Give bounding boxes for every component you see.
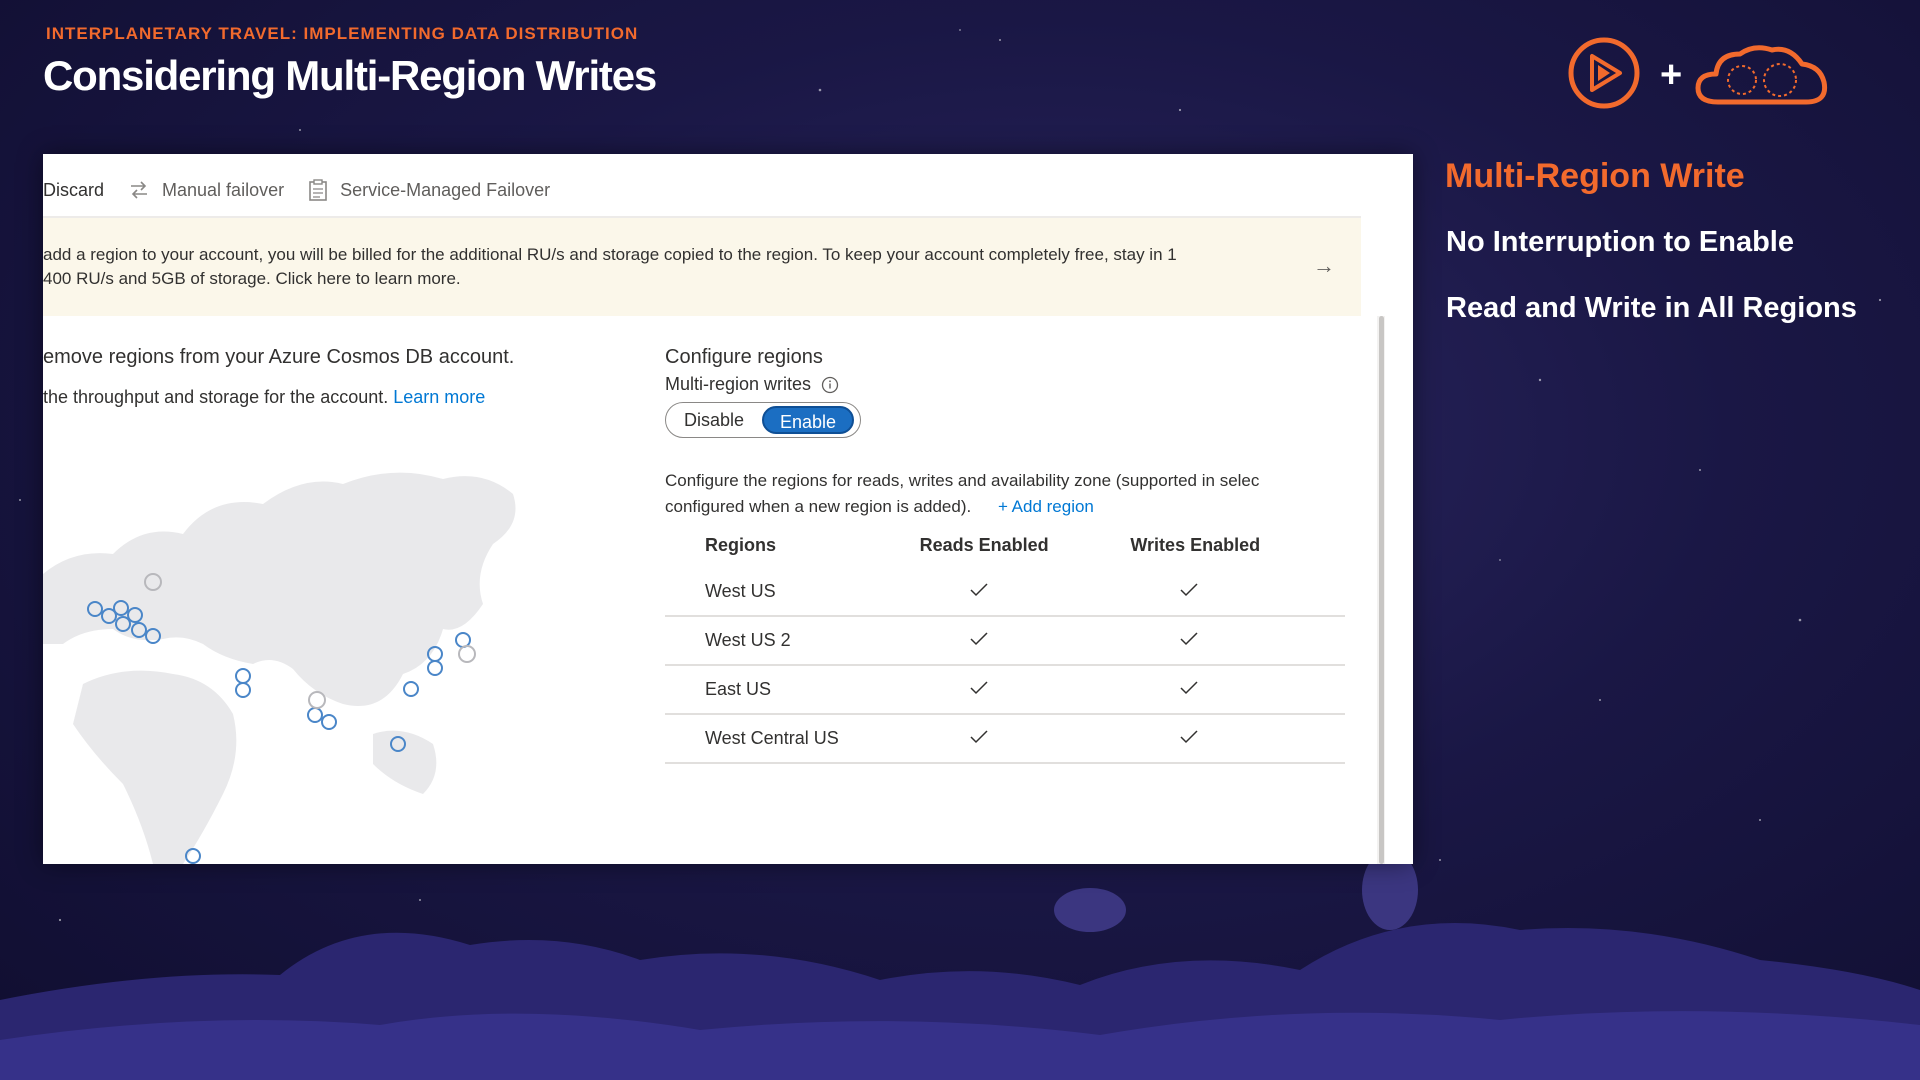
inactive-region-marker (458, 645, 476, 663)
billing-notice-banner[interactable]: add a region to your account, you will b… (43, 218, 1361, 316)
service-managed-failover-label: Service-Managed Failover (340, 179, 551, 200)
region-name: East US (665, 665, 920, 715)
checkmark-icon (1180, 679, 1198, 700)
multi-region-writes-label: Multi-region writes (665, 374, 812, 394)
checkmark-icon (970, 679, 988, 700)
regions-table: Regions Reads Enabled Writes Enabled Wes… (665, 522, 1345, 764)
side-point: Read and Write in All Regions (1446, 292, 1857, 324)
configure-desc-line-2-text: configured when a new region is added). (665, 497, 972, 516)
region-marker[interactable] (403, 681, 419, 697)
region-marker[interactable] (235, 682, 251, 698)
checkmark-icon (1180, 581, 1198, 602)
region-marker[interactable] (307, 707, 323, 723)
manual-failover-button[interactable]: Manual failover (128, 179, 284, 201)
writes-enabled-cell[interactable] (1130, 568, 1345, 617)
map-land-africa (73, 670, 237, 864)
region-name: West US (665, 568, 920, 617)
billing-notice-text: add a region to your account, you will b… (43, 243, 1273, 291)
reads-enabled-cell[interactable] (919, 665, 1131, 715)
brand-logos (1568, 37, 1828, 109)
writes-enabled-cell[interactable] (1130, 616, 1345, 666)
clipboard-icon (308, 179, 328, 201)
table-header-row: Regions Reads Enabled Writes Enabled (665, 522, 1345, 568)
discard-button[interactable]: Discard (43, 180, 104, 201)
configure-desc-line-1: Configure the regions for reads, writes … (665, 471, 1260, 490)
region-name: West Central US (665, 714, 920, 764)
column-header-reads: Reads Enabled (919, 534, 1049, 555)
notice-line-2: 400 RU/s and 5GB of storage. Click here … (43, 269, 461, 288)
checkmark-icon (970, 728, 988, 749)
multi-region-writes-toggle[interactable]: Disable Enable (665, 402, 861, 438)
learn-more-link[interactable]: Learn more (393, 387, 485, 407)
info-icon[interactable] (821, 376, 839, 394)
configure-regions-title: Configure regions (665, 346, 823, 368)
plus-sign: + (1660, 54, 1683, 96)
table-row[interactable]: East US (665, 665, 1345, 715)
table-row[interactable]: West US 2 (665, 616, 1345, 666)
cloud-logo-icon (1695, 45, 1828, 105)
region-marker[interactable] (235, 668, 251, 684)
region-marker[interactable] (427, 660, 443, 676)
multi-region-writes-row: Multi-region writes (665, 374, 839, 395)
reads-enabled-cell[interactable] (919, 616, 1131, 666)
region-marker[interactable] (455, 632, 471, 648)
course-kicker: INTERPLANETARY TRAVEL: IMPLEMENTING DATA… (46, 24, 639, 43)
swap-arrows-icon (128, 179, 150, 201)
world-map (43, 472, 516, 864)
reads-enabled-cell[interactable] (919, 714, 1131, 764)
writes-enabled-cell[interactable] (1130, 665, 1345, 715)
moon-surface-illustration (0, 850, 1920, 1080)
checkmark-icon (1180, 630, 1198, 651)
region-name: West US 2 (665, 616, 920, 666)
discard-label: Discard (43, 179, 105, 200)
portal-screenshot: Discard Manual failover Service-Managed … (43, 154, 1413, 864)
checkmark-icon (970, 581, 988, 602)
table-row[interactable]: West Central US (665, 714, 1345, 764)
slide-title: Considering Multi-Region Writes (43, 52, 657, 99)
reads-enabled-cell[interactable] (919, 568, 1131, 617)
intro-text: emove regions from your Azure Cosmos DB … (43, 346, 515, 368)
column-header-writes: Writes Enabled (1130, 534, 1261, 555)
enable-option[interactable]: Enable (762, 406, 854, 434)
column-header-regions: Regions (705, 534, 777, 555)
disable-option[interactable]: Disable (666, 410, 762, 431)
configure-description: Configure the regions for reads, writes … (665, 468, 1365, 520)
manual-failover-label: Manual failover (162, 179, 285, 200)
side-heading: Multi-Region Write (1445, 157, 1745, 195)
intro-text-2: the throughput and storage for the accou… (43, 387, 485, 408)
arrow-right-icon[interactable]: → (1313, 254, 1335, 278)
table-row[interactable]: West US (665, 568, 1345, 617)
scrollbar-thumb[interactable] (1379, 316, 1384, 864)
add-region-link[interactable]: + Add region (998, 497, 1094, 516)
toolbar: Discard Manual failover Service-Managed … (43, 174, 574, 206)
checkmark-icon (1180, 728, 1198, 749)
play-logo-icon (1568, 37, 1640, 109)
checkmark-icon (970, 630, 988, 651)
map-land-north (43, 472, 516, 706)
inactive-region-marker (308, 691, 326, 709)
region-marker[interactable] (321, 714, 337, 730)
configure-desc-line-2: configured when a new region is added). … (665, 494, 1365, 520)
writes-enabled-cell[interactable] (1130, 714, 1345, 764)
notice-line-1: add a region to your account, you will b… (43, 245, 1177, 264)
side-point: No Interruption to Enable (1446, 226, 1794, 258)
intro-line-2: the throughput and storage for the accou… (43, 387, 389, 407)
service-managed-failover-button[interactable]: Service-Managed Failover (308, 179, 550, 201)
